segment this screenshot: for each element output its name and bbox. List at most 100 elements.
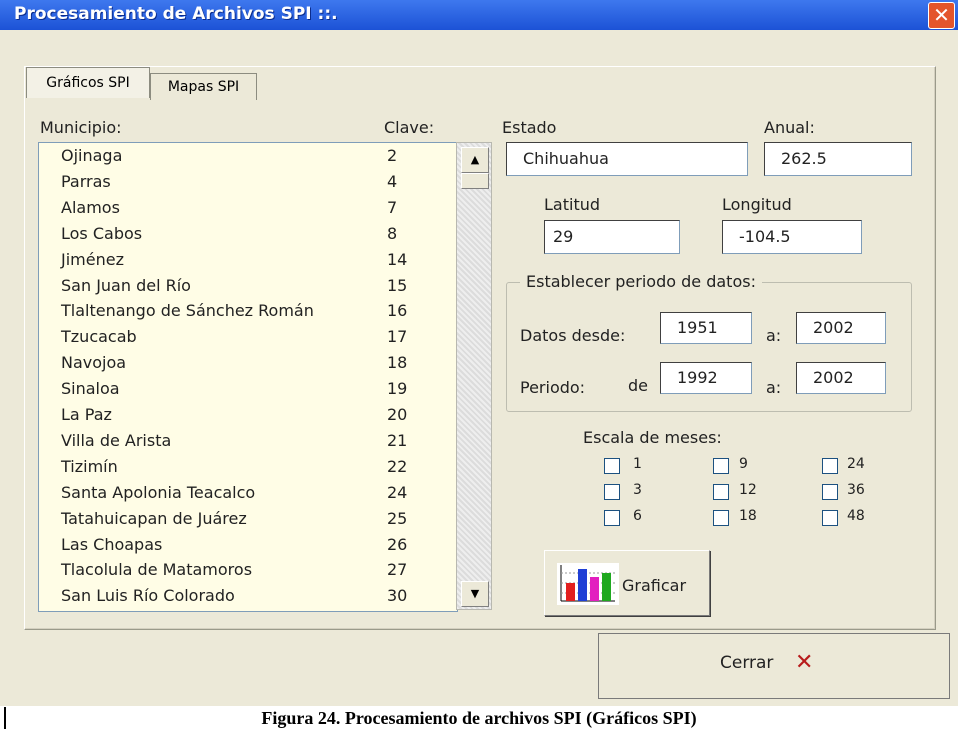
tab-mapas-spi[interactable]: Mapas SPI: [150, 73, 257, 100]
list-item[interactable]: Los Cabos 8: [39, 223, 457, 249]
checkbox-1[interactable]: [604, 458, 620, 474]
checkbox-label-6: 6: [633, 508, 642, 524]
checkbox-label-24: 24: [847, 456, 865, 472]
longitud-label: Longitud: [722, 195, 792, 214]
municipio-name: San Juan del Río: [61, 275, 191, 295]
checkbox-9[interactable]: [713, 458, 729, 474]
municipio-name: Santa Apolonia Teacalco: [61, 482, 256, 502]
periodo-label: Periodo:: [520, 378, 586, 397]
list-item[interactable]: Villa de Arista 21: [39, 430, 457, 456]
checkbox-12[interactable]: [713, 484, 729, 500]
list-item[interactable]: Las Choapas 26: [39, 534, 457, 560]
checkbox-label-12: 12: [739, 482, 757, 498]
municipio-clave: 14: [387, 249, 408, 269]
longitud-field[interactable]: -104.5: [722, 220, 862, 254]
municipio-clave: 27: [387, 560, 408, 580]
checkbox-36[interactable]: [822, 484, 838, 500]
municipio-name: Tzucacab: [61, 327, 137, 347]
anual-label: Anual:: [764, 118, 815, 137]
municipio-name: San Luis Río Colorado: [61, 586, 235, 606]
list-item[interactable]: San Luis Río Colorado 30: [39, 585, 457, 611]
list-item[interactable]: Sinaloa 19: [39, 378, 457, 404]
anual-field[interactable]: 262.5: [764, 142, 912, 176]
checkbox-label-36: 36: [847, 482, 865, 498]
scroll-down-icon[interactable]: ▼: [461, 581, 489, 607]
checkbox-label-1: 1: [633, 456, 642, 472]
periodo-desde-field[interactable]: 1992: [660, 362, 752, 394]
municipio-clave: 16: [387, 301, 408, 321]
cerrar-button[interactable]: [598, 633, 950, 699]
municipio-name: Sinaloa: [61, 379, 120, 399]
list-item[interactable]: Alamos 7: [39, 197, 457, 223]
municipio-clave: 18: [387, 353, 408, 373]
estado-field[interactable]: Chihuahua: [506, 142, 748, 176]
municipio-name: Tizimín: [61, 456, 118, 476]
municipio-clave: 26: [387, 534, 408, 554]
checkbox-label-3: 3: [633, 482, 642, 498]
estado-label: Estado: [502, 118, 557, 137]
municipio-name: Navojoa: [61, 353, 127, 373]
list-item[interactable]: Ojinaga 2: [39, 145, 457, 171]
checkbox-3[interactable]: [604, 484, 620, 500]
list-item[interactable]: Tlaltenango de Sánchez Román 16: [39, 300, 457, 326]
municipio-list[interactable]: Ojinaga 2 Parras 4 Alamos 7 Los Cabos 8 Jiménez 1…: [38, 142, 458, 612]
figure-caption: Figura 24. Procesamiento de archivos SPI…: [261, 708, 697, 728]
list-item[interactable]: Navojoa 18: [39, 352, 457, 378]
municipio-name: Villa de Arista: [61, 430, 172, 450]
checkbox-6[interactable]: [604, 510, 620, 526]
list-item[interactable]: Tzucacab 17: [39, 326, 457, 352]
municipio-clave: 22: [387, 456, 408, 476]
municipio-clave: 24: [387, 482, 408, 502]
datos-a-label: a:: [766, 326, 782, 345]
datos-hasta-field[interactable]: 2002: [796, 312, 886, 344]
municipio-clave: 7: [387, 197, 398, 217]
list-item[interactable]: Tizimín 22: [39, 456, 457, 482]
municipio-name: Los Cabos: [61, 223, 143, 243]
graficar-label: Graficar: [622, 576, 687, 595]
municipio-name: La Paz: [61, 405, 112, 424]
municipio-clave: 19: [387, 379, 408, 399]
datos-desde-label: Datos desde:: [520, 326, 626, 345]
latitud-label: Latitud: [544, 195, 601, 214]
checkbox-label-9: 9: [739, 456, 748, 472]
list-item[interactable]: Tlacolula de Matamoros 27: [39, 559, 457, 585]
periodo-hasta-field[interactable]: 2002: [796, 362, 886, 394]
tab-graficos-spi[interactable]: Gráficos SPI: [26, 67, 150, 98]
municipio-clave: 4: [387, 171, 398, 191]
cerrar-label: Cerrar: [720, 653, 774, 673]
checkbox-18[interactable]: [713, 510, 729, 526]
escala-meses-title: Escala de meses:: [583, 428, 722, 447]
list-item[interactable]: Tatahuicapan de Juárez 25: [39, 508, 457, 534]
list-item[interactable]: La Paz 20: [39, 404, 457, 430]
list-item[interactable]: Parras 4: [39, 171, 457, 197]
periodo-a-label: a:: [766, 378, 782, 397]
list-scrollbar[interactable]: ▲ ▼: [456, 142, 492, 610]
title-bar: Procesamiento de Archivos SPI ::. ✕: [0, 0, 958, 30]
municipio-name: Jiménez: [61, 249, 124, 269]
list-item[interactable]: Jiménez 14: [39, 249, 457, 275]
municipio-name: Alamos: [61, 197, 120, 217]
list-item[interactable]: San Juan del Río 15: [39, 275, 457, 301]
periodo-de-label: de: [628, 376, 648, 395]
latitud-field[interactable]: 29: [544, 220, 680, 254]
municipio-header: Municipio:: [40, 118, 122, 137]
close-icon: ✕: [933, 3, 950, 27]
periodo-group-title: Establecer periodo de datos:: [520, 272, 762, 291]
cerrar-x-icon: ✕: [795, 650, 814, 675]
municipio-name: Las Choapas: [61, 534, 163, 554]
list-item[interactable]: Santa Apolonia Teacalco 24: [39, 482, 457, 508]
municipio-name: Ojinaga: [61, 146, 123, 165]
checkbox-label-48: 48: [847, 508, 865, 524]
scroll-up-icon[interactable]: ▲: [461, 147, 489, 173]
datos-desde-field[interactable]: 1951: [660, 312, 752, 344]
close-button[interactable]: ✕: [928, 2, 955, 29]
municipio-clave: 8: [387, 223, 398, 243]
municipio-name: Tlaltenango de Sánchez Román: [61, 301, 314, 321]
scroll-thumb[interactable]: [461, 173, 489, 189]
checkbox-24[interactable]: [822, 458, 838, 474]
window-title: Procesamiento de Archivos SPI ::.: [14, 4, 338, 24]
municipio-name: Tatahuicapan de Juárez: [61, 508, 247, 528]
municipio-clave: 30: [387, 586, 408, 606]
municipio-clave: 20: [387, 405, 408, 424]
checkbox-48[interactable]: [822, 510, 838, 526]
